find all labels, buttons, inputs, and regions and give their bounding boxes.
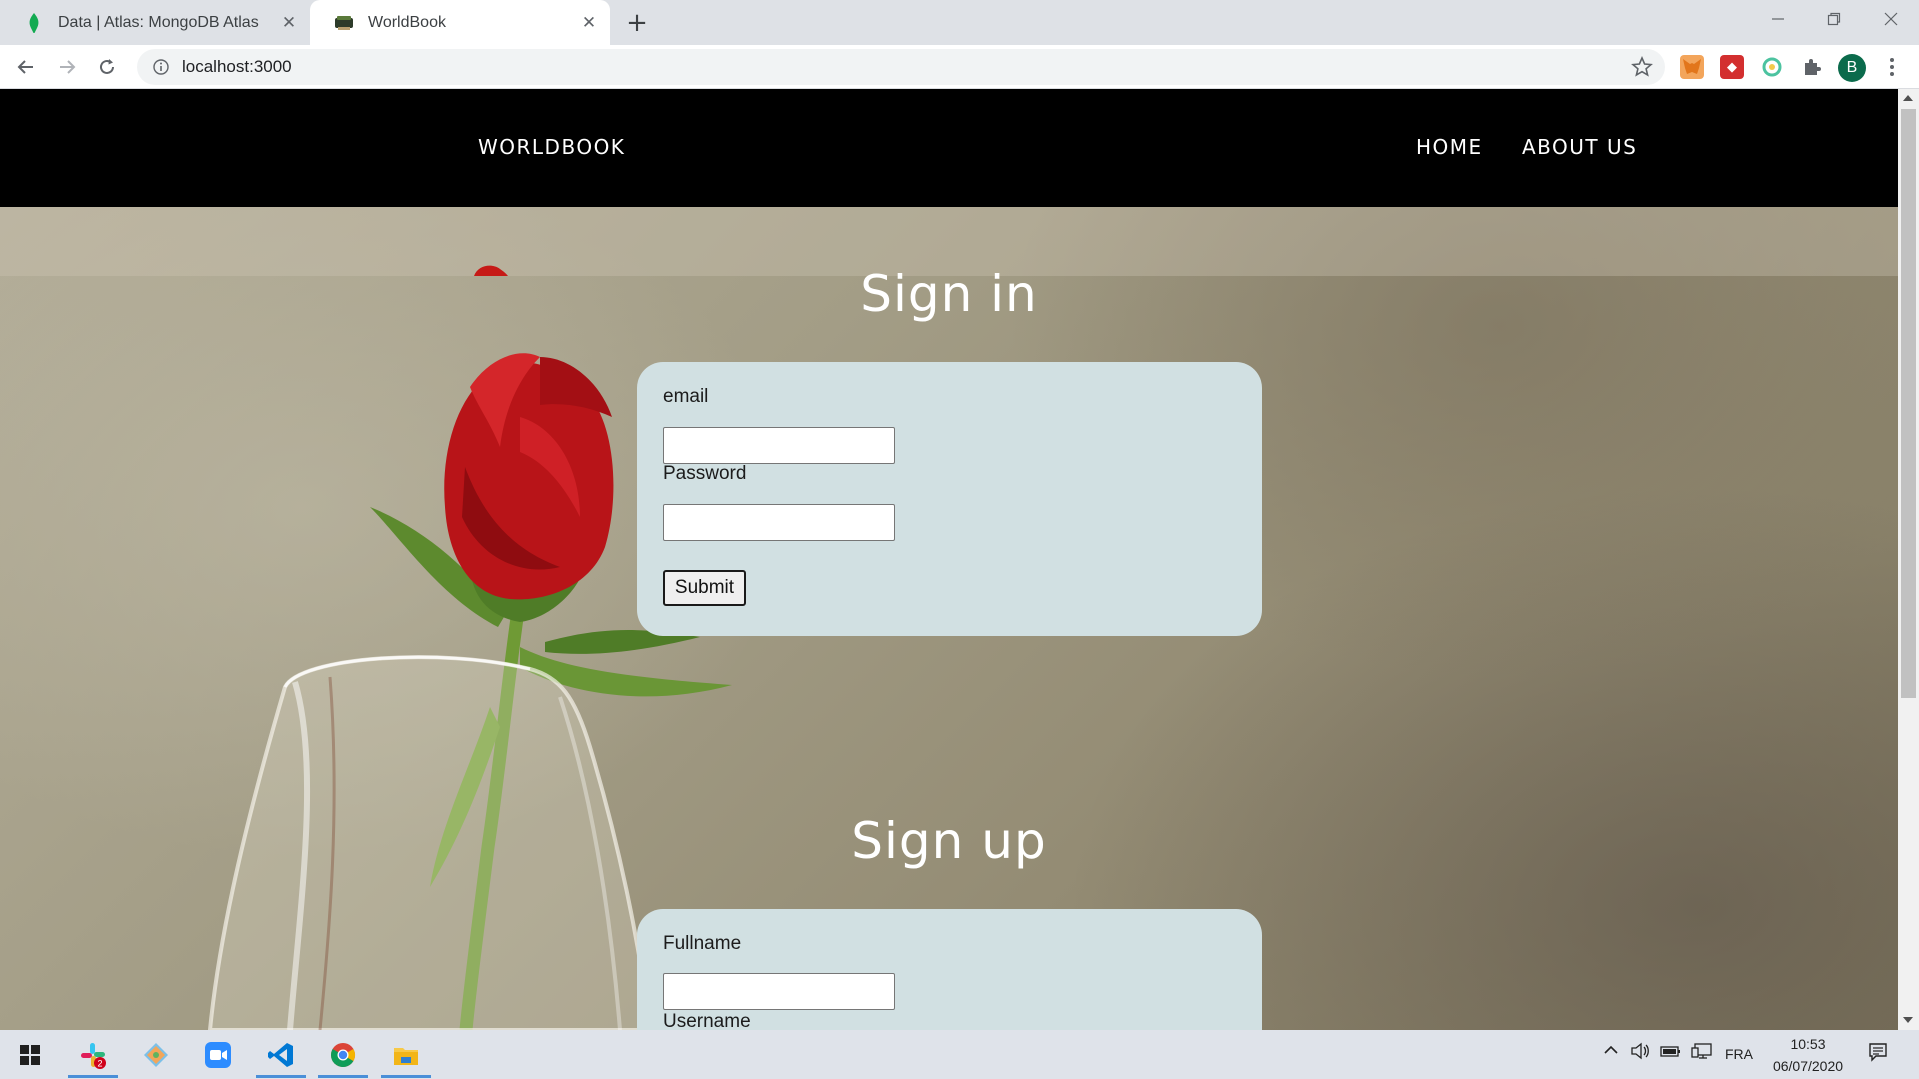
mongodb-leaf-icon	[24, 12, 44, 33]
system-clock[interactable]: 10:53 06/07/2020	[1770, 1033, 1846, 1077]
close-tab-icon[interactable]: ✕	[578, 12, 600, 34]
username-label: Username	[663, 1011, 751, 1030]
close-window-icon[interactable]	[1863, 0, 1919, 38]
battery-icon[interactable]	[1660, 1042, 1682, 1063]
browser-toolbar: localhost:3000 ◆ B	[0, 45, 1919, 89]
url-text: localhost:3000	[182, 57, 292, 76]
explorer-running-indicator	[381, 1075, 431, 1078]
tray-expand-icon[interactable]	[1603, 1042, 1619, 1061]
network-icon[interactable]	[1691, 1042, 1713, 1063]
volume-icon[interactable]	[1630, 1042, 1650, 1063]
notification-center-icon[interactable]	[1868, 1042, 1888, 1065]
vscode-running-indicator	[256, 1075, 306, 1078]
vscode-icon[interactable]	[265, 1039, 297, 1071]
slack-badge: 2	[97, 1059, 102, 1069]
minimize-icon[interactable]	[1750, 0, 1806, 38]
profile-avatar[interactable]: B	[1838, 54, 1866, 82]
submit-button[interactable]: Submit	[663, 570, 746, 606]
address-bar[interactable]: localhost:3000	[137, 49, 1665, 85]
signin-title: Sign in	[860, 265, 1038, 323]
password-label: Password	[663, 463, 747, 484]
restore-icon[interactable]	[1806, 0, 1862, 38]
tab-title: WorldBook	[368, 13, 446, 31]
worldbook-favicon	[334, 13, 354, 33]
tab-mongodb-atlas[interactable]: Data | Atlas: MongoDB Atlas ✕	[0, 0, 310, 45]
slack-running-indicator	[68, 1075, 118, 1078]
reload-icon[interactable]	[91, 51, 123, 83]
file-explorer-icon[interactable]	[390, 1039, 422, 1071]
input-language[interactable]: FRA	[1725, 1046, 1753, 1062]
hero-background: Sign in email Password Submit Sign up Fu…	[0, 207, 1898, 1030]
fullname-input[interactable]	[663, 973, 895, 1010]
fullname-label: Fullname	[663, 933, 742, 954]
back-icon[interactable]	[10, 51, 42, 83]
tab-strip: Data | Atlas: MongoDB Atlas ✕ WorldBook …	[0, 0, 1919, 45]
windows-taskbar: 2 FRA 10:53 06/07/2020	[0, 1030, 1919, 1079]
signin-card: email Password Submit	[637, 362, 1262, 636]
circle-extension-icon[interactable]	[1760, 55, 1784, 79]
site-info-icon[interactable]	[150, 56, 172, 78]
nav-link-about-us[interactable]: ABOUT US	[1522, 135, 1637, 159]
zoom-icon[interactable]	[202, 1039, 234, 1071]
page-scrollbar[interactable]	[1898, 89, 1919, 1030]
tab-worldbook[interactable]: WorldBook ✕	[310, 0, 610, 45]
screen: Data | Atlas: MongoDB Atlas ✕ WorldBook …	[0, 0, 1919, 1079]
page-viewport: WORLDBOOK HOME ABOUT US Sign in email Pa…	[0, 89, 1919, 1030]
email-label: email	[663, 386, 709, 407]
clock-date: 06/07/2020	[1772, 1058, 1844, 1074]
tab-title: Data | Atlas: MongoDB Atlas	[58, 13, 259, 31]
chrome-running-indicator	[318, 1075, 368, 1078]
password-input[interactable]	[663, 504, 895, 541]
new-tab-button[interactable]: +	[622, 8, 652, 38]
signup-title: Sign up	[851, 812, 1047, 870]
bookmark-star-icon[interactable]	[1631, 55, 1653, 78]
puzzle-icon[interactable]	[1800, 55, 1824, 79]
red-extension-icon[interactable]: ◆	[1720, 55, 1744, 79]
nav-link-home[interactable]: HOME	[1416, 135, 1483, 159]
more-menu-icon[interactable]	[1880, 55, 1904, 79]
email-input[interactable]	[663, 427, 895, 464]
scrollbar-thumb[interactable]	[1901, 109, 1916, 698]
scroll-up-arrow-icon[interactable]	[1903, 95, 1913, 101]
site-navbar: WORLDBOOK HOME ABOUT US	[0, 89, 1898, 207]
scroll-down-arrow-icon[interactable]	[1903, 1017, 1913, 1023]
site-brand[interactable]: WORLDBOOK	[478, 135, 625, 159]
windows-start-icon[interactable]	[14, 1039, 46, 1071]
signup-card: Fullname Username	[637, 909, 1262, 1030]
chrome-icon[interactable]	[327, 1039, 359, 1071]
git-icon[interactable]	[140, 1039, 172, 1071]
forward-icon[interactable]	[51, 51, 83, 83]
metamask-fox-icon[interactable]	[1680, 55, 1704, 79]
slack-icon[interactable]: 2	[77, 1039, 109, 1071]
close-tab-icon[interactable]: ✕	[278, 12, 300, 34]
clock-time: 10:53	[1790, 1036, 1826, 1052]
